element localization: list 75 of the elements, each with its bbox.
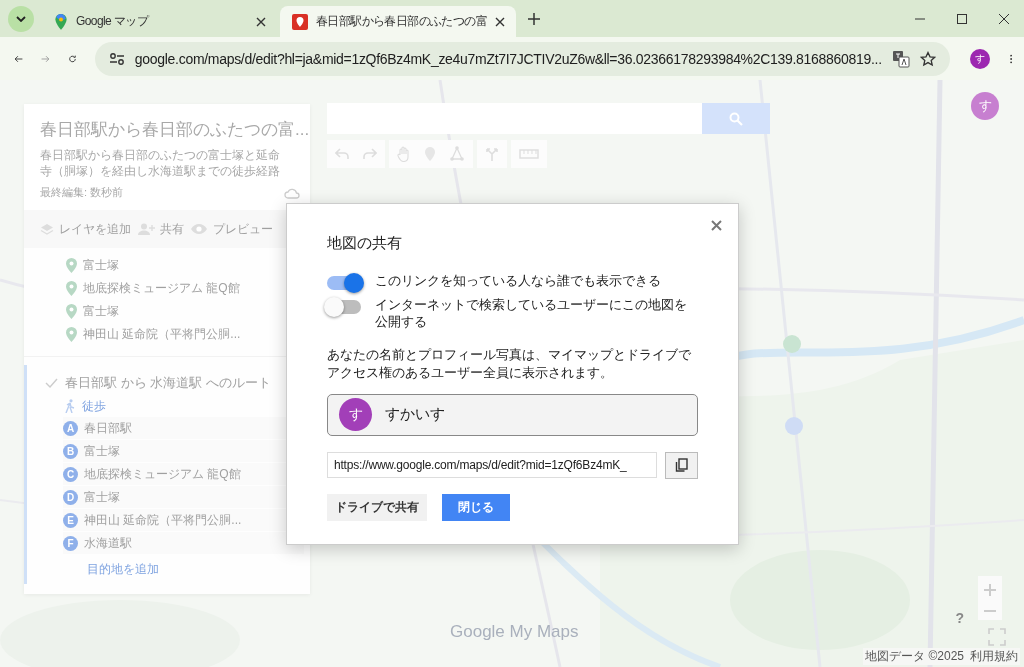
zoom-in-icon[interactable]: [984, 584, 996, 596]
map-attribution: 地図データ ©2025: [865, 648, 964, 665]
bookmark-star-icon[interactable]: [919, 50, 936, 67]
map-pin-icon: [54, 13, 68, 30]
chevron-down-icon: [16, 15, 26, 22]
toggle-label: インターネットで検索しているユーザーにこの地図を公開する: [375, 296, 688, 331]
close-icon[interactable]: [256, 16, 266, 27]
close-button[interactable]: 閉じる: [442, 493, 510, 521]
help-button[interactable]: ?: [955, 610, 964, 626]
map-description: 春日部駅から春日部のふたつの富士塚と延命寺（胴塚）を経由し水海道駅までの徒歩経路: [40, 148, 281, 180]
stop-name: 富士塚: [84, 442, 120, 460]
place-name: 富士塚: [83, 303, 119, 321]
checkmark-icon[interactable]: [45, 378, 58, 389]
stop-name: 水海道駅: [84, 534, 132, 552]
stop-letter-badge: A: [63, 420, 78, 436]
map-pin-icon: [66, 304, 77, 320]
close-icon[interactable]: [998, 12, 1010, 25]
cloud-icon: [284, 186, 300, 199]
stop-name: 富士塚: [84, 488, 120, 506]
route-title[interactable]: 春日部駅 から 水海道駅 へのルート: [65, 374, 271, 393]
walking-person-icon: [65, 399, 75, 414]
search-field[interactable]: [327, 103, 702, 134]
close-icon[interactable]: [495, 16, 505, 27]
stop-letter-badge: B: [63, 443, 78, 459]
browser-tab[interactable]: 春日部駅から春日部のふたつの富: [280, 6, 516, 37]
layers-icon: [40, 223, 54, 236]
stop-letter-badge: D: [63, 489, 78, 505]
profile-avatar[interactable]: す: [969, 48, 990, 69]
stop-name: 神田山 延命院（平将門公胴...: [84, 511, 242, 529]
user-avatar: す: [339, 398, 372, 432]
share-link-field[interactable]: https://www.google.com/maps/d/edit?mid=1zQf6Bz4mK_: [327, 451, 658, 478]
action-button[interactable]: プレビュー: [190, 220, 273, 238]
tab-search-button[interactable]: [8, 5, 34, 32]
place-name: 地底探検ミュージアム 龍Q館: [83, 280, 240, 298]
url-text: google.com/maps/d/edit?hl=ja&mid=1zQf6Bz4mK_ze4u7mZt7I7JCTIV2uZ6w&ll=36.02366178293984%2C139.8168860819...: [134, 50, 882, 67]
stop-letter-badge: F: [63, 535, 78, 551]
map-title[interactable]: 春日部駅から春日部のふたつの富...: [40, 118, 310, 141]
user-name: すかいす: [385, 405, 445, 425]
dialog-title: 地図の共有: [327, 234, 403, 253]
tab-title: 春日部駅から春日部のふたつの富: [316, 13, 487, 30]
travel-mode-text[interactable]: 徒歩: [82, 397, 106, 415]
add-person-icon: [137, 223, 155, 236]
share-to-drive-button[interactable]: ドライブで共有: [327, 493, 427, 521]
toggle-switch[interactable]: [327, 299, 361, 314]
browser-tab[interactable]: Google マップ: [42, 6, 278, 37]
new-tab-icon[interactable]: [528, 12, 540, 25]
stop-name: 春日部駅: [84, 419, 132, 437]
action-button[interactable]: 共有: [137, 220, 184, 238]
map-pin-icon: [66, 258, 77, 274]
terms-link[interactable]: 利用規約: [970, 648, 1018, 665]
map-pin-icon: [66, 281, 77, 297]
tab-title: Google マップ: [76, 13, 150, 30]
eye-icon: [190, 223, 208, 236]
maximize-icon[interactable]: [956, 12, 968, 25]
copy-icon: [675, 458, 689, 473]
toggle-switch[interactable]: [327, 276, 361, 290]
stop-name: 地底探検ミュージアム 龍Q館: [84, 465, 241, 483]
map-pin-icon: [292, 13, 308, 30]
place-name: 富士塚: [83, 257, 119, 275]
map-pin-icon: [66, 327, 77, 343]
search-icon: [729, 111, 743, 126]
map-logo: Google My Maps: [450, 622, 579, 642]
route-stop[interactable]: F 水海道駅: [63, 532, 304, 555]
add-destination-link[interactable]: 目的地を追加: [45, 555, 310, 579]
toggle-label: このリンクを知っている人なら誰でも表示できる: [375, 273, 662, 290]
privacy-note: あなたの名前とプロフィール写真は、マイマップとドライブでアクセス権のあるユーザー全員に表示されます。: [327, 346, 692, 382]
last-edited-text: 最終編集: 数秒前: [40, 185, 124, 201]
copy-button[interactable]: [665, 451, 698, 479]
action-button[interactable]: レイヤを追加: [40, 220, 131, 238]
stop-letter-badge: E: [63, 512, 78, 528]
address-bar[interactable]: google.com/maps/d/edit?hl=ja&mid=1zQf6Bz4mK_ze4u7mZt7I7JCTIV2uZ6w&ll=36.02366178293984%2C139.8168860819...: [94, 41, 950, 76]
site-settings-icon[interactable]: [108, 51, 125, 66]
translate-icon[interactable]: [891, 49, 910, 68]
place-name: 神田山 延命院（平将門公胴...: [83, 326, 241, 344]
stop-letter-badge: C: [63, 466, 78, 482]
